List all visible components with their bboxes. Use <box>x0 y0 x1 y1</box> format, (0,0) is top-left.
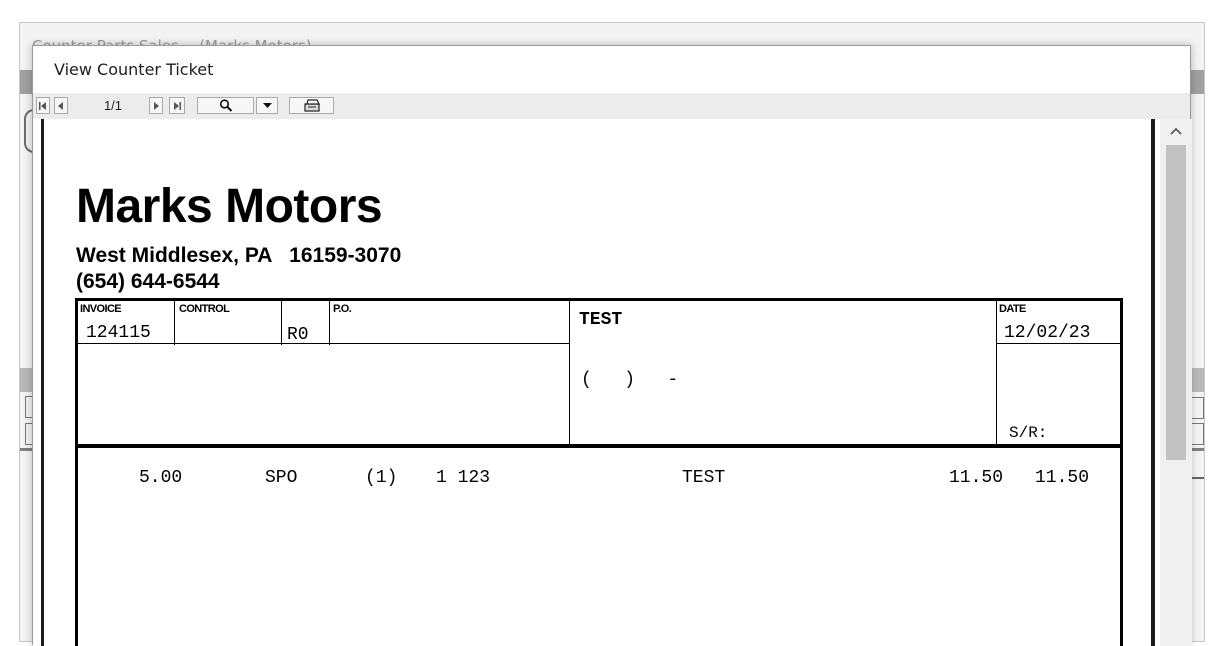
form-divider <box>996 301 997 445</box>
form-divider <box>281 301 282 345</box>
customer-name: TEST <box>579 310 623 330</box>
prev-page-icon[interactable] <box>54 97 68 114</box>
customer-phone: ( ) - <box>581 370 679 390</box>
form-divider <box>78 444 1121 448</box>
line-part: 1 123 <box>436 468 491 488</box>
invoice-value: 124115 <box>86 323 151 343</box>
company-name: Marks Motors <box>76 180 383 233</box>
line-description: TEST <box>682 468 726 488</box>
last-page-icon[interactable] <box>169 97 185 114</box>
ticket-form: INVOICE CONTROL P.O. DATE 124115 R0 TEST… <box>75 298 1123 646</box>
report-preview: Marks Motors West Middlesex, PA 16159-30… <box>33 119 1192 646</box>
date-value: 12/02/23 <box>1004 323 1091 343</box>
code-value: R0 <box>287 325 309 345</box>
dropdown-arrow-icon[interactable] <box>256 97 278 114</box>
line-type: SPO <box>265 468 298 488</box>
zoom-icon[interactable] <box>197 97 254 114</box>
form-divider <box>78 343 569 344</box>
invoice-label: INVOICE <box>80 303 122 315</box>
page-edge <box>1151 119 1155 646</box>
line-amount: 11.50 <box>1035 468 1090 488</box>
dialog-title: View Counter Ticket <box>54 60 214 79</box>
parent-window-divider <box>1190 477 1204 479</box>
print-icon[interactable] <box>289 97 334 114</box>
view-counter-ticket-dialog: View Counter Ticket 1/1 Marks Motors Wes… <box>32 45 1192 646</box>
date-label: DATE <box>999 303 1026 315</box>
vertical-scrollbar[interactable] <box>1160 119 1192 646</box>
line-price: 11.50 <box>949 468 1004 488</box>
company-phone: (654) 644-6544 <box>76 270 220 293</box>
page-indicator: 1/1 <box>103 98 123 113</box>
report-toolbar: 1/1 <box>33 93 1190 119</box>
next-page-icon[interactable] <box>149 97 163 114</box>
company-address: West Middlesex, PA 16159-3070 <box>76 244 402 267</box>
scroll-up-icon[interactable] <box>1168 123 1184 139</box>
scrollbar-thumb[interactable] <box>1166 145 1186 460</box>
control-label: CONTROL <box>179 303 230 315</box>
line-group: (1) <box>365 468 398 488</box>
form-divider <box>329 301 330 345</box>
first-page-icon[interactable] <box>36 97 50 114</box>
form-divider <box>569 301 570 445</box>
line-qty: 5.00 <box>139 468 183 488</box>
po-label: P.O. <box>333 303 352 315</box>
form-divider <box>996 343 1121 344</box>
sr-label: S/R: <box>1009 424 1048 442</box>
page-edge <box>41 119 44 646</box>
form-divider <box>174 301 175 345</box>
